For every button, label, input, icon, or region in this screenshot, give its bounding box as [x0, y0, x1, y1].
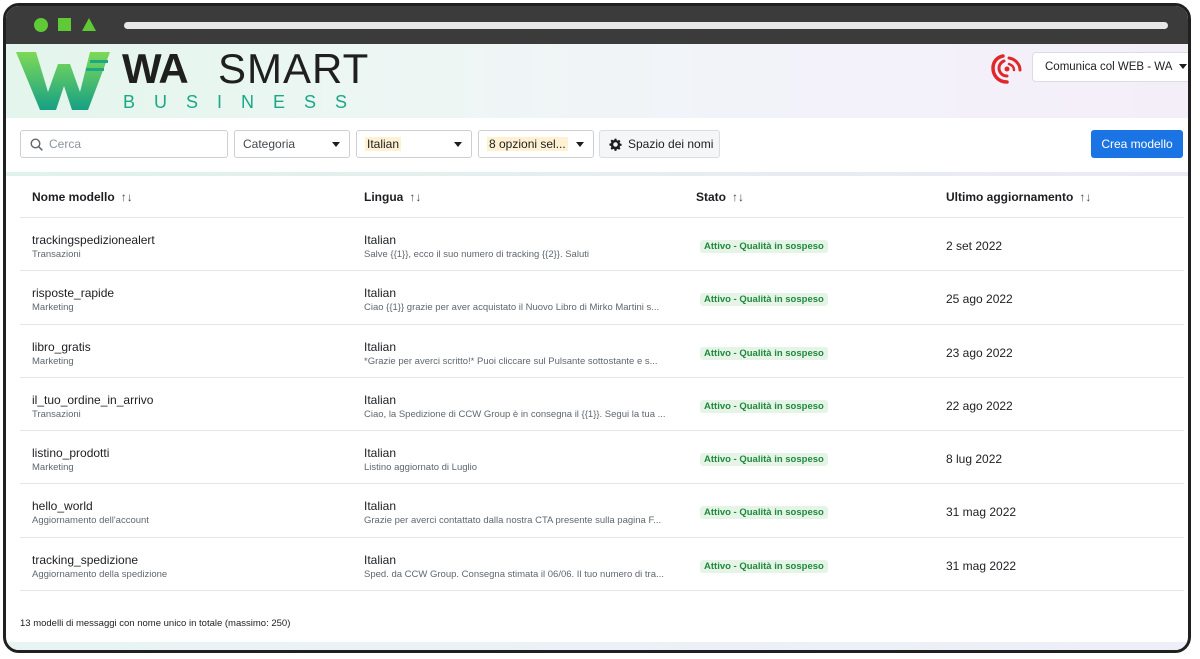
- sort-icon[interactable]: ↑↓: [732, 190, 744, 204]
- category-dropdown-label: Categoria: [243, 137, 296, 151]
- template-language: Italian: [364, 446, 397, 461]
- namespace-button[interactable]: Spazio dei nomi: [599, 130, 720, 158]
- status-badge: Attivo - Qualità in sospeso: [700, 399, 828, 413]
- template-body-preview: Grazie per averci contattato dalla nostr…: [364, 515, 662, 527]
- column-header-updated[interactable]: Ultimo aggiornamento ↑↓: [946, 190, 1091, 204]
- template-language: Italian: [364, 392, 397, 407]
- logo-smart-text: SMART: [218, 45, 370, 92]
- template-name: risposte_rapide: [32, 286, 115, 301]
- template-name: trackingspedizionealert: [32, 233, 155, 247]
- table-row[interactable]: hello_world Aggiornamento dell'account I…: [20, 484, 1184, 538]
- search-icon: [30, 138, 43, 151]
- address-bar[interactable]: [124, 22, 1168, 29]
- template-body-preview: *Grazie per averci scritto!* Puoi clicca…: [364, 355, 658, 367]
- wa-logo-icon: [16, 52, 110, 110]
- last-updated: 31 mag 2022: [946, 558, 1017, 573]
- gear-icon: [609, 138, 622, 151]
- template-name: listino_prodotti: [32, 446, 110, 461]
- window-square-icon: [58, 18, 71, 31]
- table-header: Nome modello ↑↓ Lingua ↑↓ Stato ↑↓ Ultimo a…: [20, 177, 1184, 218]
- template-category: Marketing: [32, 462, 74, 474]
- template-language: Italian: [364, 499, 397, 514]
- last-updated: 25 ago 2022: [946, 292, 1013, 307]
- column-header-name[interactable]: Nome modello ↑↓: [32, 190, 133, 204]
- window-circle-icon: [34, 18, 48, 32]
- template-category: Transazioni: [32, 408, 81, 420]
- template-category: Marketing: [32, 355, 74, 367]
- templates-table: Nome modello ↑↓ Lingua ↑↓ Stato ↑↓ Ultimo a…: [20, 177, 1184, 592]
- status-options-dropdown[interactable]: 8 opzioni sel...: [478, 130, 594, 158]
- sort-icon[interactable]: ↑↓: [121, 190, 133, 204]
- column-header-language[interactable]: Lingua ↑↓: [364, 190, 421, 204]
- template-language: Italian: [364, 339, 397, 354]
- language-dropdown-label: Italian: [365, 137, 402, 151]
- table-row[interactable]: risposte_rapide Marketing Italian Ciao {…: [20, 271, 1184, 325]
- column-header-label: Lingua: [364, 190, 404, 204]
- namespace-button-label: Spazio dei nomi: [628, 137, 714, 151]
- window-titlebar: [6, 6, 1188, 44]
- sort-icon[interactable]: ↑↓: [409, 190, 421, 204]
- column-header-label: Nome modello: [32, 190, 115, 204]
- table-row[interactable]: tracking_spedizione Aggiornamento della …: [20, 538, 1184, 592]
- chevron-down-icon: [454, 142, 462, 147]
- status-options-label: 8 opzioni sel...: [487, 137, 568, 151]
- template-body-preview: Listino aggiornato di Luglio: [364, 462, 478, 474]
- column-header-label: Stato: [696, 190, 726, 204]
- table-row[interactable]: libro_gratis Marketing Italian *Grazie p…: [20, 325, 1184, 378]
- template-language: Italian: [364, 552, 397, 567]
- template-category: Aggiornamento dell'account: [32, 515, 149, 527]
- template-body-preview: Sped. da CCW Group. Consegna stimata il …: [364, 568, 664, 580]
- template-body-preview: Ciao, la Spedizione di CCW Group è in co…: [364, 408, 666, 420]
- template-body-preview: Ciao {{1}} grazie per aver acquistato il…: [364, 302, 660, 314]
- template-name: tracking_spedizione: [32, 552, 139, 567]
- category-dropdown[interactable]: Categoria: [234, 130, 350, 158]
- template-language: Italian: [364, 233, 397, 247]
- account-selector-label: Comunica col WEB - WA: [1045, 61, 1173, 73]
- sort-icon[interactable]: ↑↓: [1079, 190, 1091, 204]
- table-row[interactable]: il_tuo_ordine_in_arrivo Transazioni Ital…: [20, 378, 1184, 432]
- logo-business-text: BUSINESS: [123, 92, 367, 112]
- language-dropdown[interactable]: Italian: [356, 130, 472, 158]
- templates-count-summary: 13 modelli di messaggi con nome unico in…: [20, 618, 291, 629]
- logo-wa-text: WA: [122, 45, 189, 92]
- template-body-preview: Salve {{1}}, ecco il suo numero di track…: [364, 249, 589, 260]
- last-updated: 8 lug 2022: [946, 452, 1003, 467]
- status-badge: Attivo - Qualità in sospeso: [700, 559, 828, 573]
- status-badge: Attivo - Qualità in sospeso: [700, 240, 828, 253]
- last-updated: 23 ago 2022: [946, 345, 1013, 360]
- search-input[interactable]: Cerca: [20, 130, 228, 158]
- column-header-label: Ultimo aggiornamento: [946, 190, 1074, 204]
- status-badge: Attivo - Qualità in sospeso: [700, 293, 828, 307]
- app-header: WA SMART BUSINESS Comunica col WEB - WA: [6, 44, 1188, 118]
- last-updated: 2 set 2022: [946, 239, 1003, 253]
- template-category: Transazioni: [32, 249, 81, 260]
- bottom-strip: [6, 642, 1188, 650]
- create-template-button[interactable]: Crea modello: [1091, 130, 1183, 158]
- template-name: hello_world: [32, 499, 93, 514]
- template-language: Italian: [364, 286, 397, 301]
- column-header-status[interactable]: Stato ↑↓: [696, 190, 744, 204]
- template-category: Aggiornamento della spedizione: [32, 568, 168, 580]
- template-category: Marketing: [32, 302, 74, 314]
- browser-frame: WA SMART BUSINESS Comunica col WEB - WA …: [3, 3, 1191, 653]
- table-row[interactable]: listino_prodotti Marketing Italian Listi…: [20, 431, 1184, 485]
- status-badge: Attivo - Qualità in sospeso: [700, 506, 828, 520]
- status-badge: Attivo - Qualità in sospeso: [700, 453, 828, 467]
- brand-signal-icon: [991, 54, 1022, 84]
- chevron-down-icon: [1179, 64, 1187, 69]
- last-updated: 31 mag 2022: [946, 505, 1017, 520]
- chevron-down-icon: [576, 142, 584, 147]
- last-updated: 22 ago 2022: [946, 398, 1013, 413]
- template-name: libro_gratis: [32, 339, 91, 354]
- template-name: il_tuo_ordine_in_arrivo: [32, 392, 154, 407]
- filters-toolbar: Cerca Categoria Italian 8 opzioni sel...…: [6, 118, 1188, 174]
- table-row[interactable]: trackingspedizionealert Transazioni Ital…: [20, 218, 1184, 272]
- divider: [6, 172, 1188, 176]
- chevron-down-icon: [332, 142, 340, 147]
- search-placeholder: Cerca: [49, 137, 82, 151]
- status-badge: Attivo - Qualità in sospeso: [700, 346, 828, 360]
- window-triangle-icon: [82, 18, 96, 31]
- account-selector[interactable]: Comunica col WEB - WA: [1032, 52, 1188, 82]
